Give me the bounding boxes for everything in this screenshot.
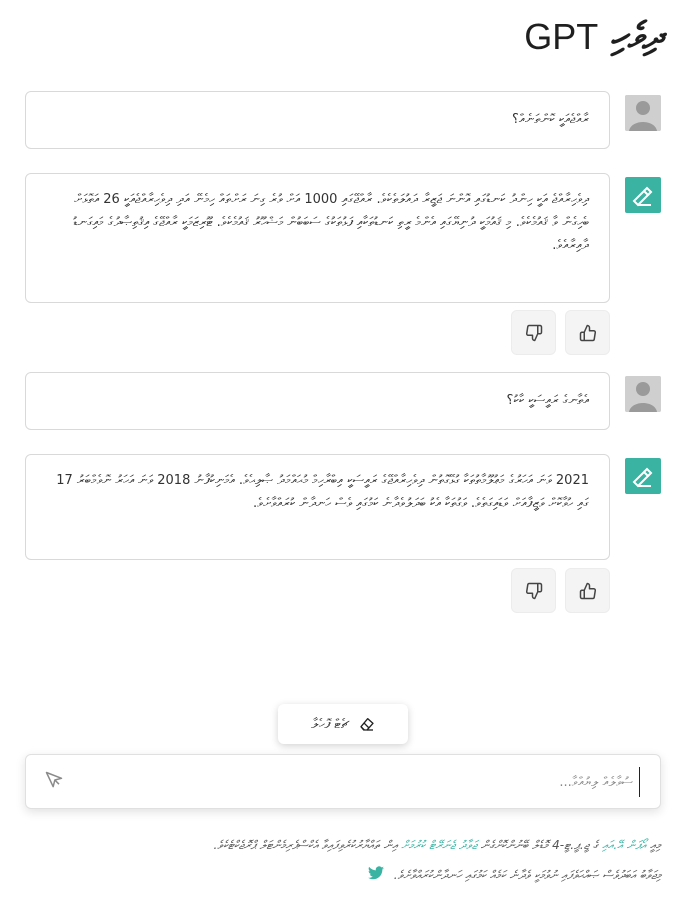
message-text: ދިވެހިރާއްޖެ އަކީ ހިންދު ކަނޑުގައި އޮންނ… <box>25 173 610 303</box>
page-title: GPT ދިވެހި <box>524 12 662 62</box>
chat-input[interactable] <box>96 767 640 797</box>
message-text: އެތާނގެ ރައީސަކީ ކާކު؟ <box>25 372 610 430</box>
eraser-icon <box>360 718 374 731</box>
pen-icon <box>632 467 653 488</box>
thumbs-up-icon <box>579 582 596 599</box>
twitter-link[interactable] <box>367 865 384 886</box>
dislike-button[interactable] <box>511 310 556 355</box>
chat-input-container <box>25 754 661 809</box>
footer-disclaimer: މިޖަވާބު އަބަދުވެސް ޞައްޙަވެފައި ނުވުމަކ… <box>393 868 661 882</box>
message-assistant-2: 2021 ވަނަ އަހަރުގެ މަޢުލޫމާތުތަކާ ގުޅޭގޮ… <box>25 454 661 560</box>
footer-line-2: މިޖަވާބު އަބަދުވެސް ޞައްޙަވެފައި ނުވުމަކ… <box>25 865 661 886</box>
pen-icon <box>632 186 653 207</box>
user-avatar <box>625 95 661 131</box>
twitter-icon <box>367 865 384 879</box>
title-latin: GPT <box>524 16 599 57</box>
message-text: ރާއްޖެއަކީ ކޮންތަނެއް؟ <box>25 91 610 149</box>
dislike-button[interactable] <box>511 568 556 613</box>
thumbs-up-icon <box>579 324 596 341</box>
user-avatar <box>625 376 661 412</box>
title-dhivehi: ދިވެހި <box>610 16 662 57</box>
person-icon <box>625 376 661 412</box>
footer-prefix: މިއީ <box>649 838 661 852</box>
like-button[interactable] <box>565 310 610 355</box>
footer-line-1: މިއީ އޯޕަން އޭ.އައި ގެ ޖީ.ޕީ.ޓީ-4 މޮޑެލް… <box>25 835 661 855</box>
thumbs-down-icon <box>525 582 542 599</box>
person-icon <box>625 95 661 131</box>
message-user-1: ރާއްޖެއަކީ ކޮންތަނެއް؟ <box>25 91 661 149</box>
message-user-2: އެތާނގެ ރައީސަކީ ކާކު؟ <box>25 372 661 430</box>
send-icon <box>45 771 63 788</box>
clear-chat-button[interactable]: ޗެޓް ފޮހެލާ <box>278 704 408 744</box>
send-button[interactable] <box>44 770 68 794</box>
assistant-avatar <box>625 458 661 494</box>
openai-link[interactable]: އޯޕަން އޭ.އައި <box>602 838 646 852</box>
thumbs-down-icon <box>525 324 542 341</box>
assistant-avatar <box>625 177 661 213</box>
clear-chat-label: ޗެޓް ފޮހެލާ <box>311 716 349 732</box>
message-assistant-1: ދިވެހިރާއްޖެ އަކީ ހިންދު ކަނޑުގައި އޮންނ… <box>25 173 661 303</box>
footer-suffix: އިން ތައްޔާރުކުރެވިފައިވާ އެކްސްޕެރިމެން… <box>213 838 398 852</box>
message-text: 2021 ވަނަ އަހަރުގެ މަޢުލޫމާތުތަކާ ގުޅޭގޮ… <box>25 454 610 560</box>
project-link[interactable]: ޖަވާދު ޖެނަރޭޓް ކުރުމަށް <box>401 838 477 852</box>
footer-mid: ގެ ޖީ.ޕީ.ޓީ-4 މޮޑެލް ބޭނުންކޮށްގެން <box>480 838 599 852</box>
like-button[interactable] <box>565 568 610 613</box>
